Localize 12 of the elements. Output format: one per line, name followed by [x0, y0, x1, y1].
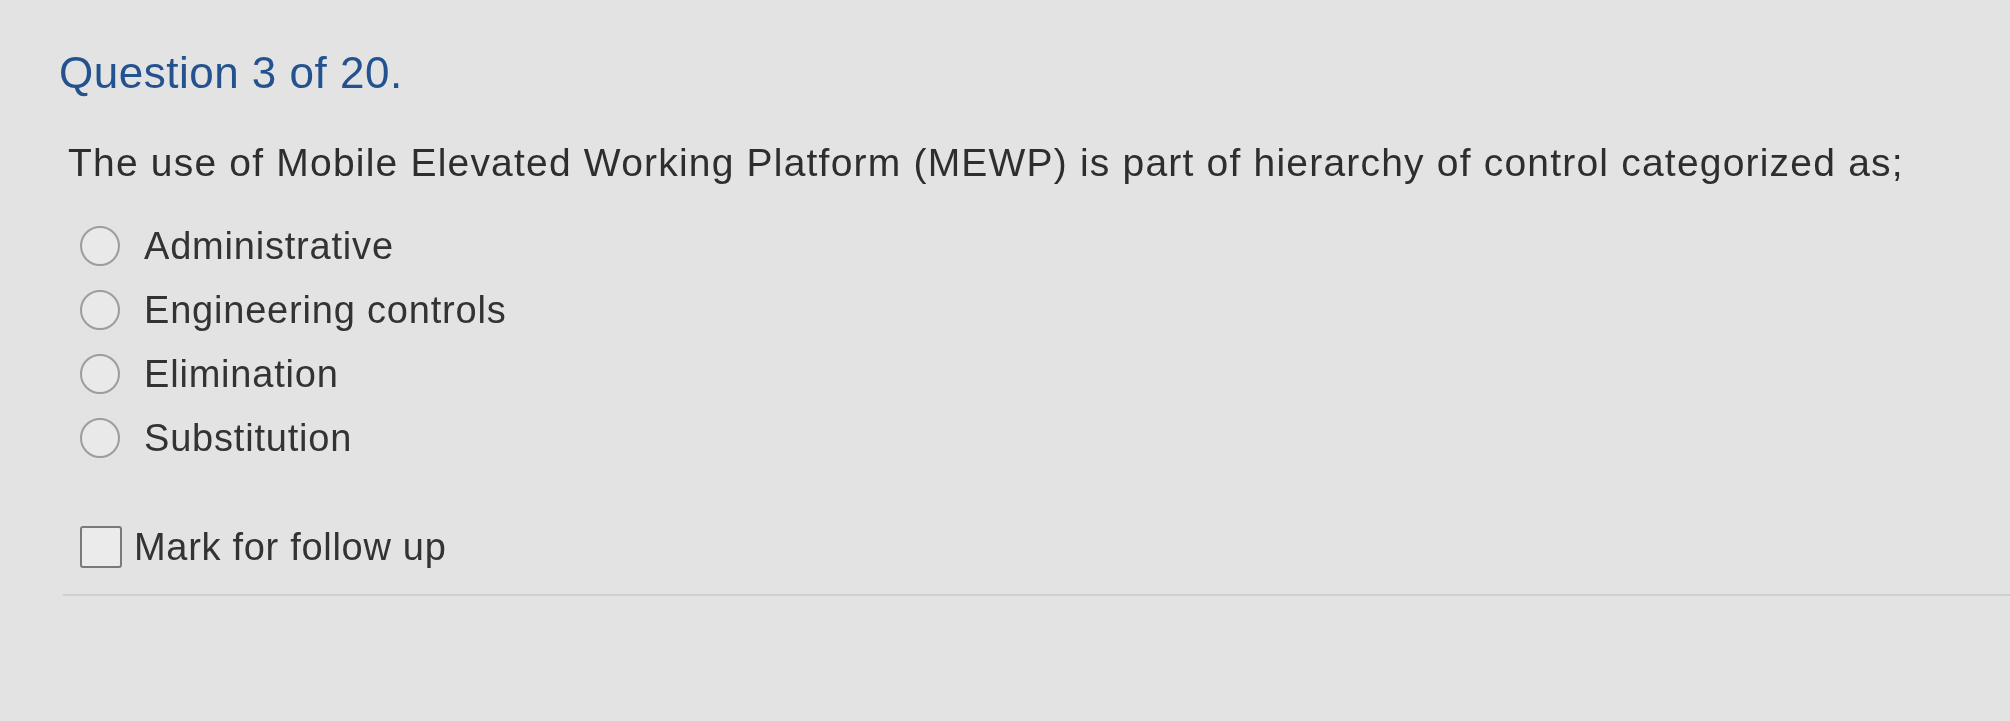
- option-label[interactable]: Elimination: [144, 351, 339, 397]
- radio-button[interactable]: [80, 290, 120, 330]
- option-label[interactable]: Engineering controls: [144, 287, 507, 333]
- checkbox[interactable]: [80, 526, 122, 568]
- follow-up-label[interactable]: Mark for follow up: [134, 524, 447, 570]
- question-title: Question 3 of 20.: [59, 48, 403, 98]
- radio-button[interactable]: [80, 354, 120, 394]
- question-text: The use of Mobile Elevated Working Platform (MEWP) is part of hierarchy of control categorized as;: [68, 140, 1904, 186]
- radio-button[interactable]: [80, 226, 120, 266]
- option-label[interactable]: Substitution: [144, 415, 353, 461]
- option-label[interactable]: Administrative: [144, 223, 394, 269]
- radio-button[interactable]: [80, 418, 120, 458]
